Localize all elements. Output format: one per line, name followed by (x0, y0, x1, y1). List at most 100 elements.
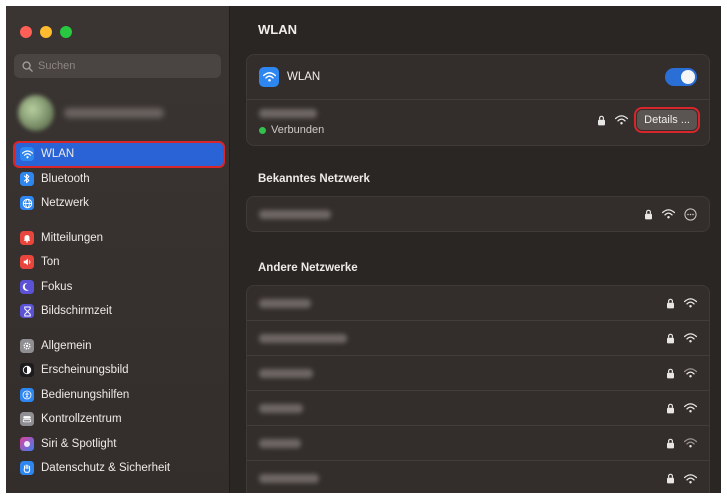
sidebar-nav: WLAN Bluetooth Netzwerk Mitteilungen Ton… (13, 141, 225, 491)
wlan-toggle-row: WLAN (247, 55, 709, 99)
sidebar-item-allgemein[interactable]: Allgemein (14, 334, 224, 359)
sidebar-item-label: Siri & Spotlight (41, 437, 117, 450)
lock-icon (666, 368, 675, 379)
sidebar: WLAN Bluetooth Netzwerk (6, 6, 230, 493)
lock-icon (666, 403, 675, 414)
network-row-icons (666, 438, 697, 449)
network-row[interactable] (247, 425, 709, 460)
connected-network-row: Verbunden Details ... (247, 99, 709, 145)
close-button[interactable] (20, 26, 32, 38)
network-row-icons (644, 207, 697, 221)
network-row-icons (666, 333, 697, 344)
sidebar-item-bluetooth[interactable]: Bluetooth (14, 167, 224, 192)
network-row[interactable] (247, 390, 709, 425)
wifi-signal-icon (684, 473, 697, 484)
network-name-redacted (259, 333, 347, 343)
wifi-signal-icon (684, 298, 697, 308)
wlan-toggle[interactable] (665, 68, 697, 86)
minimize-button[interactable] (40, 26, 52, 38)
page-title: WLAN (258, 22, 297, 37)
sidebar-item-netzwerk[interactable]: Netzwerk (14, 191, 224, 216)
gear-icon (20, 338, 34, 353)
network-row[interactable] (247, 460, 709, 493)
network-name-redacted (259, 474, 319, 483)
avatar (18, 95, 54, 131)
connection-status-label: Verbunden (271, 124, 325, 136)
siri-icon (20, 436, 34, 451)
network-name-redacted (259, 109, 317, 118)
lock-icon (666, 438, 675, 449)
accessibility-icon (20, 387, 34, 402)
sidebar-item-kontrollzentrum[interactable]: Kontrollzentrum (14, 407, 224, 432)
network-name-redacted (259, 438, 301, 448)
sidebar-item-label: Erscheinungsbild (41, 364, 129, 377)
sidebar-item-label: Datenschutz & Sicherheit (41, 462, 171, 475)
appearance-icon (20, 363, 34, 378)
globe-icon (20, 196, 34, 211)
details-button[interactable]: Details ... (634, 107, 700, 133)
sidebar-item-wlan[interactable]: WLAN (13, 141, 225, 168)
wifi-signal-icon (684, 368, 697, 378)
sidebar-item-label: Bedienungshilfen (41, 388, 130, 401)
lock-icon (666, 473, 675, 484)
zoom-button[interactable] (60, 26, 72, 38)
wifi-signal-icon (662, 209, 675, 219)
sidebar-item-datenschutz[interactable]: Datenschutz & Sicherheit (14, 456, 224, 481)
account-name-redacted (64, 108, 164, 118)
network-row-icons: Details ... (597, 107, 700, 133)
sidebar-item-bildschirmzeit[interactable]: Bildschirmzeit (14, 299, 224, 324)
bell-icon (20, 230, 34, 245)
network-row[interactable] (247, 320, 709, 355)
network-row[interactable] (247, 286, 709, 320)
sidebar-item-erscheinungsbild[interactable]: Erscheinungsbild (14, 358, 224, 383)
known-network-heading: Bekanntes Netzwerk (258, 173, 370, 185)
wifi-signal-icon (615, 115, 629, 125)
network-row-icons (666, 403, 697, 414)
sidebar-group-notifications: Mitteilungen Ton Fokus Bildschirmzeit (14, 226, 224, 324)
hand-icon (20, 461, 34, 476)
sidebar-item-label: Allgemein (41, 339, 92, 352)
other-networks-heading: Andere Netzwerke (258, 262, 358, 274)
settings-window: WLAN Bluetooth Netzwerk (6, 6, 721, 493)
network-name-redacted (259, 368, 313, 378)
speaker-icon (20, 255, 34, 270)
network-row[interactable] (247, 355, 709, 390)
wifi-signal-icon (684, 438, 697, 448)
window-controls (20, 26, 72, 38)
sidebar-item-label: Mitteilungen (41, 231, 104, 244)
network-name-redacted (259, 298, 311, 308)
connected-dot (259, 126, 266, 134)
main-pane: WLAN WLAN Verbunden Details ... Bekannte… (230, 6, 721, 493)
sidebar-item-mitteilungen[interactable]: Mitteilungen (14, 226, 224, 251)
lock-icon (644, 209, 653, 220)
sidebar-item-ton[interactable]: Ton (14, 250, 224, 275)
sidebar-item-bedienungshilfen[interactable]: Bedienungshilfen (14, 383, 224, 408)
sidebar-group-system: Allgemein Erscheinungsbild Bedienungshil… (14, 334, 224, 481)
sidebar-item-label: Ton (41, 256, 60, 269)
wifi-signal-icon (684, 333, 697, 343)
search-input[interactable] (38, 60, 208, 72)
other-networks-card (246, 285, 710, 493)
known-network-row[interactable] (247, 197, 709, 231)
bluetooth-icon (20, 171, 34, 186)
sidebar-item-fokus[interactable]: Fokus (14, 275, 224, 300)
connection-status: Verbunden (259, 124, 324, 136)
hourglass-icon (20, 304, 34, 319)
moon-icon (20, 279, 34, 294)
more-options-icon[interactable] (684, 207, 697, 221)
wlan-card: WLAN Verbunden Details ... (246, 54, 710, 146)
wifi-signal-icon (684, 403, 697, 413)
sidebar-item-label: Fokus (41, 280, 73, 293)
sidebar-item-label: WLAN (41, 148, 75, 161)
sidebar-item-label: Bluetooth (41, 172, 90, 185)
sidebar-item-label: Bildschirmzeit (41, 305, 112, 318)
sidebar-item-label: Netzwerk (41, 197, 89, 210)
wifi-icon (20, 147, 34, 162)
sidebar-item-label: Kontrollzentrum (41, 413, 122, 426)
sidebar-item-siri-spotlight[interactable]: Siri & Spotlight (14, 432, 224, 457)
wlan-row-label: WLAN (287, 71, 321, 83)
apple-account[interactable] (18, 88, 178, 138)
sidebar-group-network: WLAN Bluetooth Netzwerk (13, 141, 225, 216)
search-field[interactable] (14, 54, 221, 78)
network-row-icons (666, 298, 697, 309)
